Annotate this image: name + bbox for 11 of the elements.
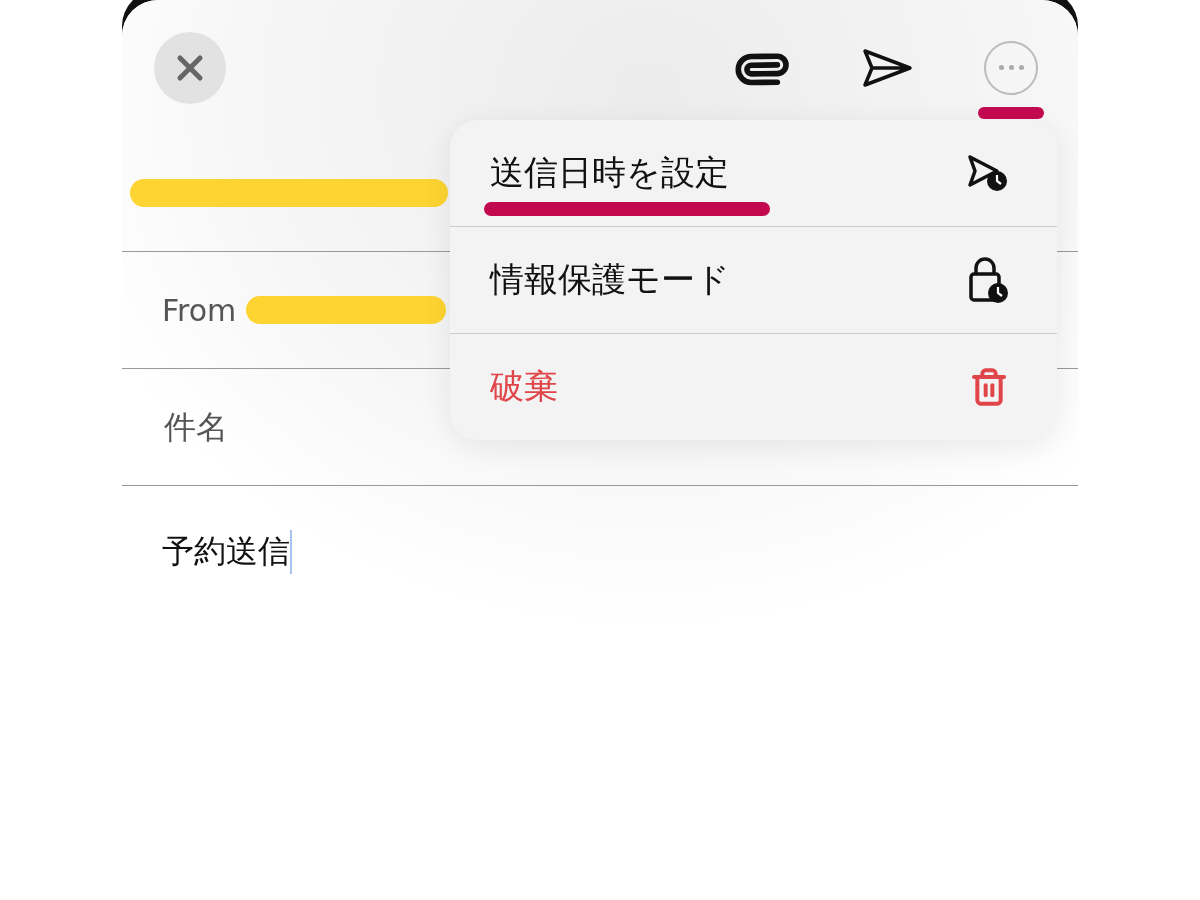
menu-item[interactable]: 送信日時を設定 [450, 120, 1057, 226]
lock-clock-icon [967, 256, 1009, 304]
trash-icon [969, 367, 1009, 407]
body-text[interactable]: 予約送信 [162, 530, 292, 574]
send-icon [862, 47, 914, 88]
field-label: From [162, 292, 237, 328]
send-clock-icon [967, 153, 1009, 193]
menu-item[interactable]: 破棄 [450, 333, 1057, 440]
subject-field[interactable]: 件名 [162, 407, 426, 447]
menu-item[interactable]: 情報保護モード [450, 226, 1057, 333]
send-button[interactable] [862, 47, 914, 88]
